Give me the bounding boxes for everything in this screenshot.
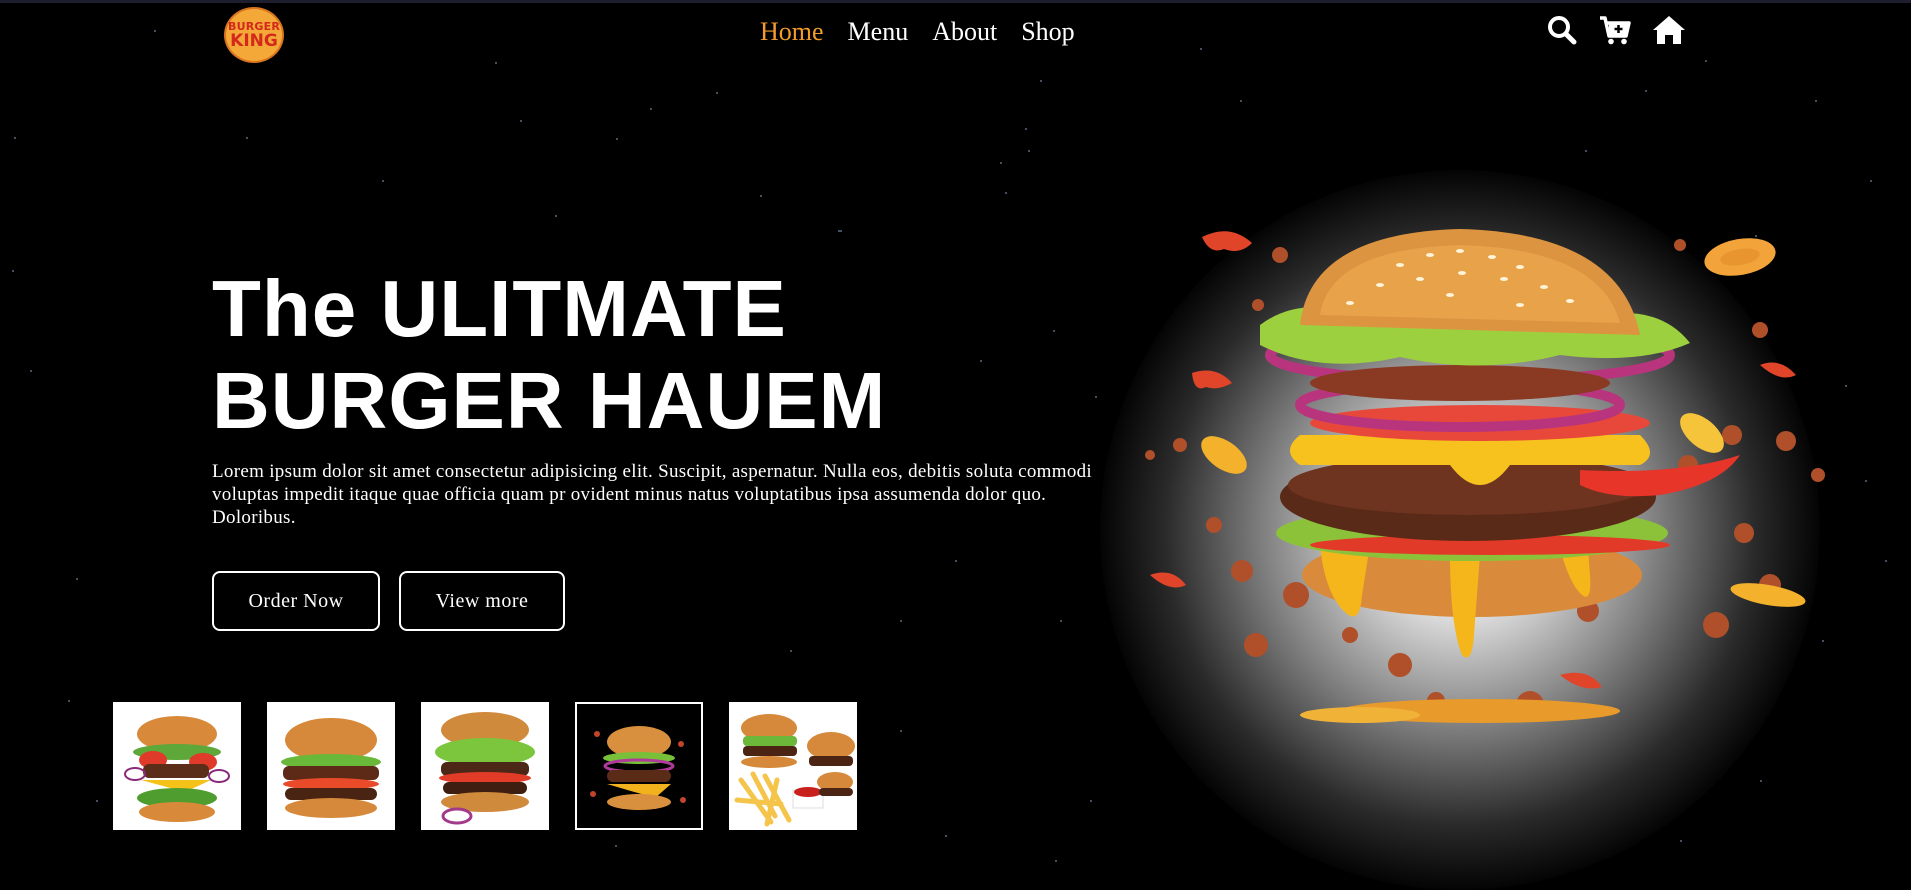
order-now-button[interactable]: Order Now [212, 571, 380, 631]
burger-thumbnail-4[interactable] [575, 702, 703, 830]
cart-icon[interactable] [1598, 14, 1632, 50]
search-icon[interactable] [1546, 14, 1578, 50]
nav-about[interactable]: About [932, 17, 997, 47]
hero-headline: The ULITMATE BURGER HAUEM [212, 263, 886, 447]
header-icons [1546, 14, 1686, 50]
burger-fries-thumbnail-5[interactable] [729, 702, 857, 830]
logo-text-king: KING [230, 30, 278, 51]
top-border [0, 0, 1911, 3]
hero-burger-image [1120, 215, 1840, 755]
main-nav: Home Menu About Shop [760, 17, 1075, 47]
nav-menu[interactable]: Menu [848, 17, 909, 47]
hero-headline-line2: BURGER HAUEM [212, 356, 887, 445]
home-icon[interactable] [1652, 14, 1686, 50]
view-more-button[interactable]: View more [399, 571, 565, 631]
burger-thumbnail-3[interactable] [421, 702, 549, 830]
hero-headline-line1: The ULITMATE [212, 264, 787, 353]
burger-king-logo[interactable]: BURGER KING [224, 7, 284, 63]
logo-text-burger: BURGER [228, 19, 280, 33]
burger-thumbnail-1[interactable] [113, 702, 241, 830]
nav-shop[interactable]: Shop [1021, 17, 1074, 47]
nav-home[interactable]: Home [760, 17, 824, 47]
burger-thumbnail-2[interactable] [267, 702, 395, 830]
hero-description: Lorem ipsum dolor sit amet consectetur a… [212, 461, 1092, 528]
